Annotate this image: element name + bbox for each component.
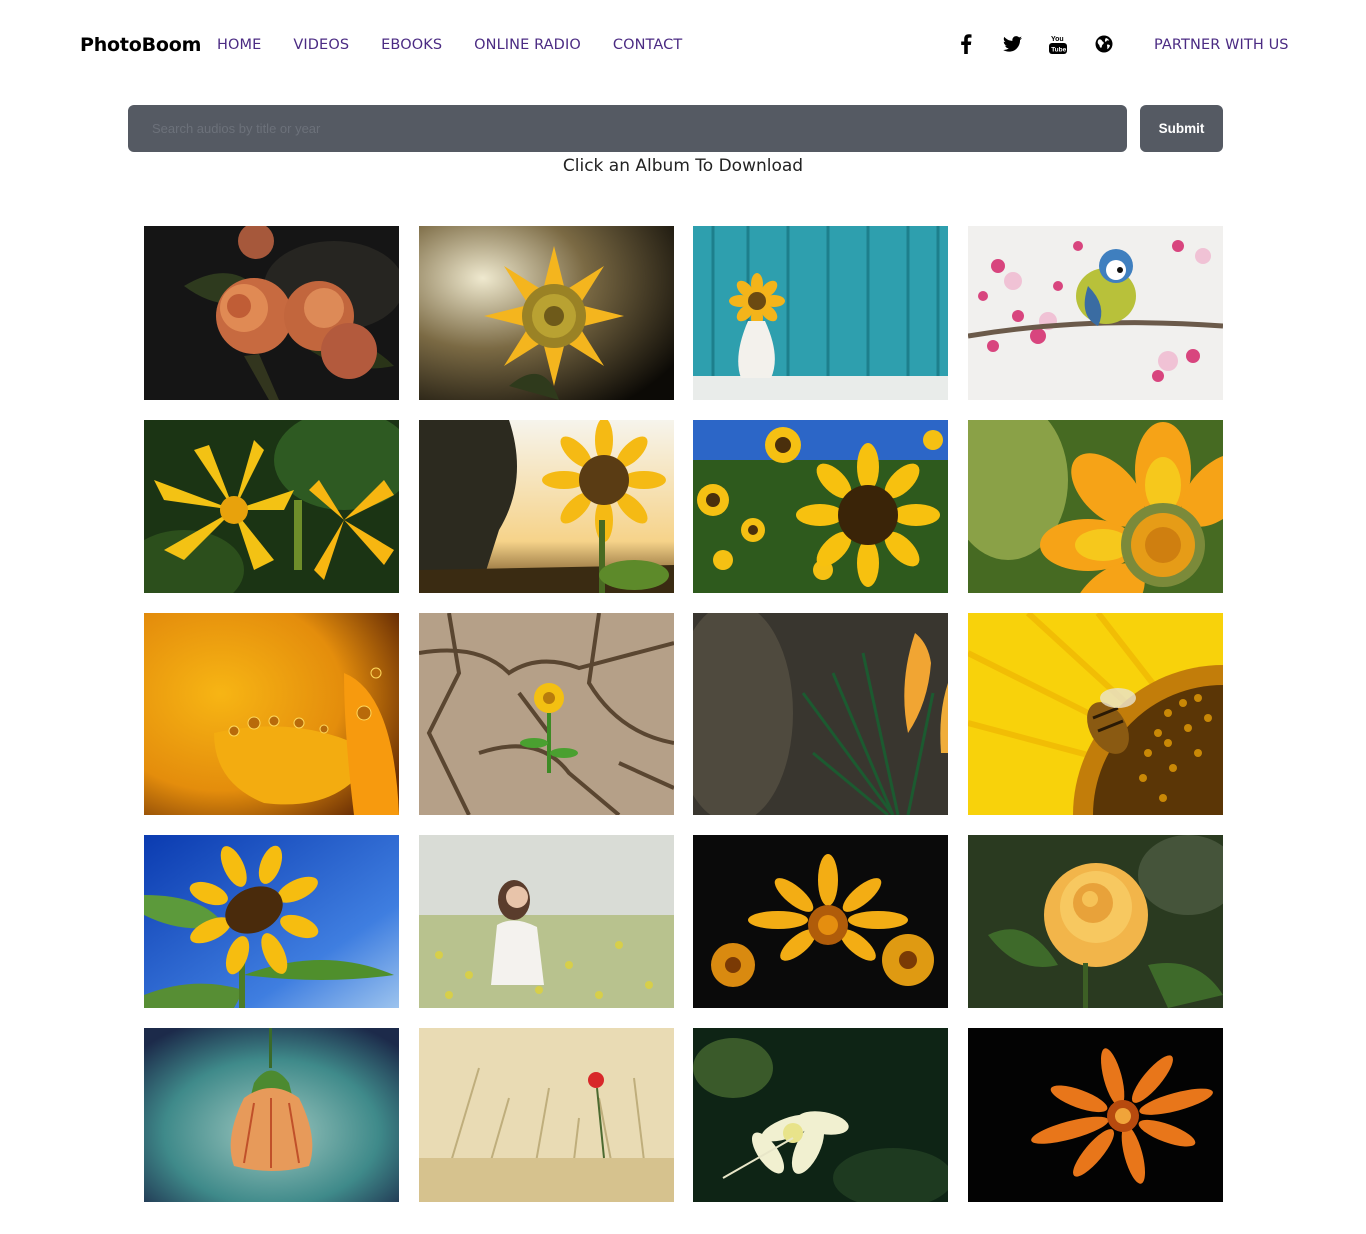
twitter-icon[interactable] bbox=[1001, 33, 1023, 55]
album-tile-orange-daisy-dark[interactable] bbox=[968, 1028, 1223, 1202]
album-tile-bee-on-sunflower[interactable] bbox=[968, 613, 1223, 815]
album-tile-sunflower-sunset[interactable] bbox=[419, 420, 674, 593]
page-subtitle: Click an Album To Download bbox=[562, 156, 804, 176]
search-input[interactable] bbox=[128, 105, 1127, 152]
album-tile-yellow-rose[interactable] bbox=[968, 835, 1223, 1008]
album-tile-woman-in-field[interactable] bbox=[419, 835, 674, 1008]
album-tile-yellow-lilies[interactable] bbox=[144, 420, 399, 593]
globe-icon[interactable] bbox=[1093, 33, 1115, 55]
svg-text:Tube: Tube bbox=[1051, 47, 1066, 54]
navbar: PhotoBoom HOME VIDEOS EBOOKS ONLINE RADI… bbox=[0, 0, 1366, 90]
nav-links: HOME VIDEOS EBOOKS ONLINE RADIO CONTACT bbox=[217, 37, 714, 53]
nav-link-contact[interactable]: CONTACT bbox=[613, 37, 682, 53]
nav-link-ebooks[interactable]: EBOOKS bbox=[381, 37, 442, 53]
album-tile-sunflower-blue-sky[interactable] bbox=[144, 835, 399, 1008]
facebook-icon[interactable] bbox=[955, 33, 977, 55]
youtube-icon[interactable]: You Tube bbox=[1047, 33, 1069, 55]
album-tile-orange-gazania[interactable] bbox=[968, 420, 1223, 593]
album-tile-sunflower-field[interactable] bbox=[693, 420, 948, 593]
album-tile-poppy-in-grass[interactable] bbox=[419, 1028, 674, 1202]
album-tile-sunflower-vase[interactable] bbox=[693, 226, 948, 400]
album-tile-petal-dewdrops[interactable] bbox=[144, 613, 399, 815]
nav-link-online-radio[interactable]: ONLINE RADIO bbox=[474, 37, 581, 53]
brand-logo[interactable]: PhotoBoom bbox=[80, 34, 201, 56]
submit-button[interactable]: Submit bbox=[1140, 105, 1223, 152]
album-tile-gazania-dark[interactable] bbox=[693, 835, 948, 1008]
album-tile-crocus-buds[interactable] bbox=[693, 613, 948, 815]
search-bar: Submit bbox=[128, 105, 1223, 152]
album-tile-roses-dark[interactable] bbox=[144, 226, 399, 400]
nav-link-videos[interactable]: VIDEOS bbox=[293, 37, 349, 53]
album-tile-sunflower-closeup[interactable] bbox=[419, 226, 674, 400]
album-tile-flower-cracked-earth[interactable] bbox=[419, 613, 674, 815]
partner-link[interactable]: PARTNER WITH US bbox=[1154, 37, 1289, 53]
svg-text:You: You bbox=[1051, 36, 1064, 43]
social-links: You Tube bbox=[955, 33, 1139, 55]
nav-link-home[interactable]: HOME bbox=[217, 37, 261, 53]
album-tile-blue-tit-bird[interactable] bbox=[968, 226, 1223, 400]
album-tile-white-columbine[interactable] bbox=[693, 1028, 948, 1202]
album-tile-hanging-bell-flower[interactable] bbox=[144, 1028, 399, 1202]
